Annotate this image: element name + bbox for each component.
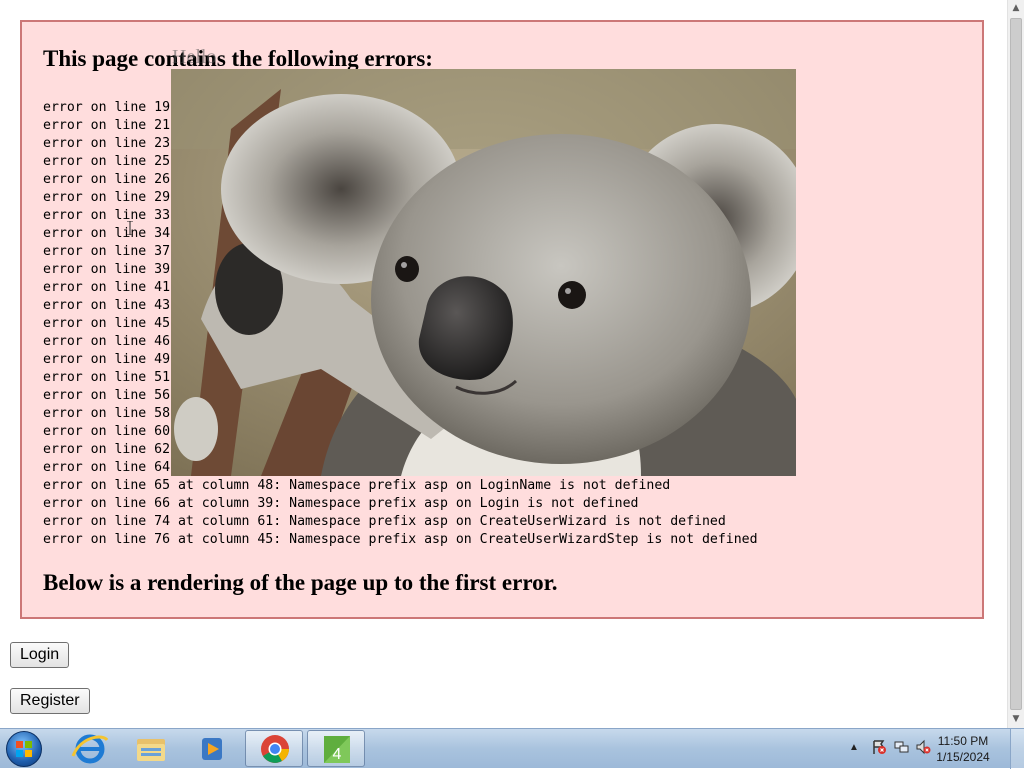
show-hidden-icons-icon[interactable]: ▲	[849, 741, 865, 757]
start-button[interactable]	[6, 731, 42, 767]
system-tray: ▲ 11:50 PM 1/15/2024	[834, 729, 1024, 769]
error-line: error on line 74 at column 61: Namespace…	[43, 514, 726, 529]
windows-explorer-icon[interactable]	[122, 730, 180, 767]
scroll-down-arrow-icon[interactable]: ▼	[1008, 711, 1024, 728]
login-button[interactable]: Login	[10, 642, 70, 668]
windows-logo-icon	[16, 741, 32, 757]
koala-image	[171, 69, 796, 476]
error-footer: Below is a rendering of the page up to t…	[43, 570, 558, 595]
error-line: error on line 76 at column 45: Namespace…	[43, 532, 758, 547]
action-center-flag-icon[interactable]	[871, 739, 887, 755]
text-cursor-icon	[127, 221, 133, 235]
scroll-up-arrow-icon[interactable]: ▲	[1008, 0, 1024, 17]
show-desktop-button[interactable]	[1010, 729, 1024, 769]
clock-time: 11:50 PM	[937, 734, 989, 748]
ghost-title: Hello	[172, 46, 217, 68]
vertical-scrollbar[interactable]: ▲ ▼	[1007, 0, 1024, 728]
network-icon[interactable]	[893, 739, 909, 755]
internet-explorer-icon[interactable]	[61, 730, 119, 767]
svg-text:4: 4	[333, 746, 342, 763]
clock[interactable]: 11:50 PM 1/15/2024	[928, 733, 998, 765]
clock-date: 1/15/2024	[936, 750, 990, 764]
media-player-icon[interactable]	[183, 730, 241, 767]
scroll-thumb[interactable]	[1010, 18, 1022, 710]
taskbar: 4 ▲ 11:50 PM 1/15/2024	[0, 728, 1024, 769]
app-icon[interactable]: 4	[307, 730, 365, 767]
error-line: error on line 66 at column 39: Namespace…	[43, 496, 639, 511]
error-line: error on line 65 at column 48: Namespace…	[43, 478, 671, 493]
chrome-icon[interactable]	[245, 730, 303, 767]
register-button[interactable]: Register	[10, 688, 90, 714]
